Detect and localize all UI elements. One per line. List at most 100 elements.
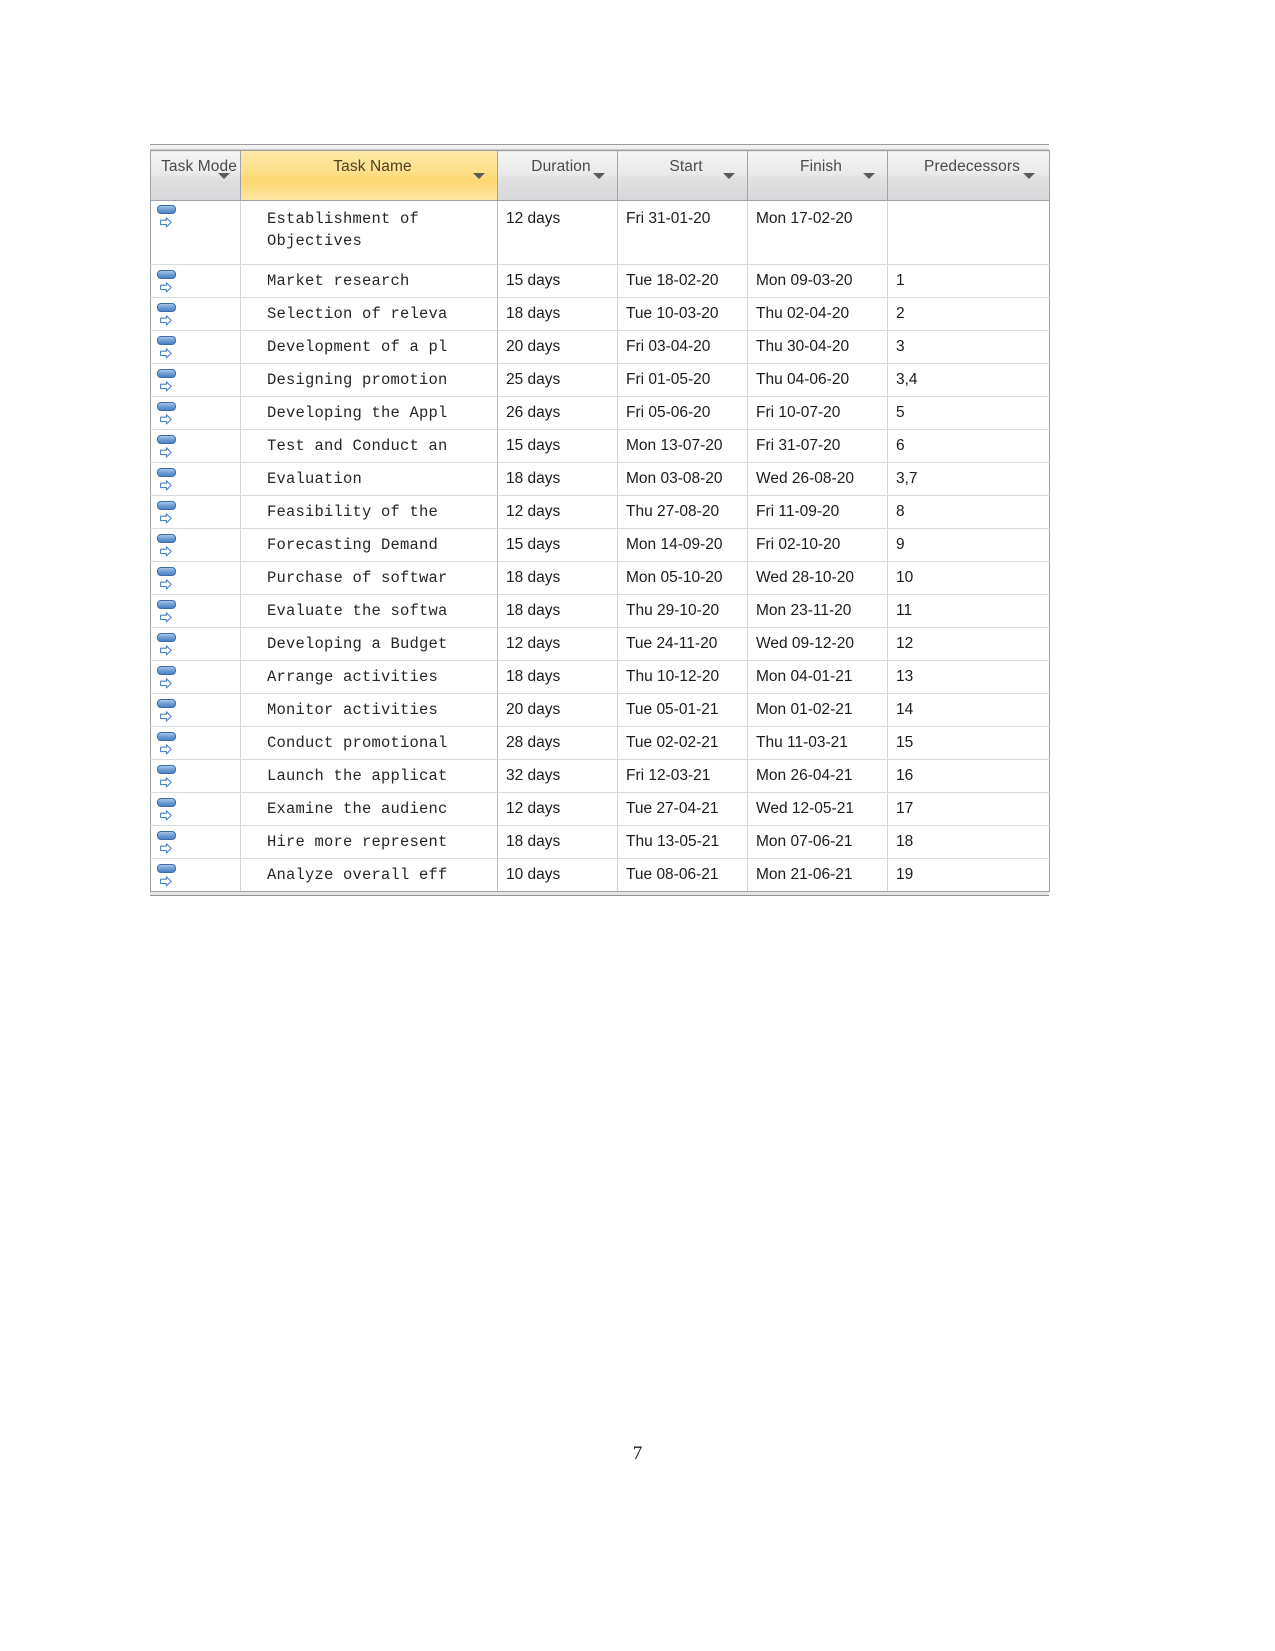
manually-scheduled-task-icon[interactable] <box>155 798 181 822</box>
cell-finish[interactable]: Thu 30-04-20 <box>747 330 888 364</box>
table-row[interactable]: Establishment of Objectives 12 days Fri 31… <box>150 200 1050 265</box>
cell-task-name[interactable]: Establishment of Objectives <box>240 200 498 265</box>
table-row[interactable]: Selection of releva 18 days Tue 10-03-20 Th… <box>150 297 1050 331</box>
cell-predecessors[interactable]: 8 <box>887 495 1050 529</box>
cell-predecessors[interactable]: 3,4 <box>887 363 1050 397</box>
cell-task-name[interactable]: Evaluate the softwa <box>240 594 498 628</box>
cell-task-mode[interactable] <box>150 330 241 364</box>
cell-predecessors[interactable]: 17 <box>887 792 1050 826</box>
cell-task-name[interactable]: Evaluation <box>240 462 498 496</box>
cell-predecessors[interactable]: 3,7 <box>887 462 1050 496</box>
cell-task-mode[interactable] <box>150 858 241 892</box>
manually-scheduled-task-icon[interactable] <box>155 831 181 855</box>
cell-task-mode[interactable] <box>150 396 241 430</box>
cell-predecessors[interactable]: 14 <box>887 693 1050 727</box>
manually-scheduled-task-icon[interactable] <box>155 864 181 888</box>
cell-task-name[interactable]: Developing the Appl <box>240 396 498 430</box>
cell-task-mode[interactable] <box>150 759 241 793</box>
filter-dropdown-icon-task-mode[interactable] <box>218 173 230 179</box>
cell-task-mode[interactable] <box>150 693 241 727</box>
cell-task-name[interactable]: Forecasting Demand <box>240 528 498 562</box>
cell-start[interactable]: Mon 05-10-20 <box>617 561 748 595</box>
cell-start[interactable]: Fri 31-01-20 <box>617 200 748 265</box>
column-header-predecessors[interactable]: Predecessors <box>887 150 1050 201</box>
cell-task-name[interactable]: Purchase of softwar <box>240 561 498 595</box>
manually-scheduled-task-icon[interactable] <box>155 435 181 459</box>
manually-scheduled-task-icon[interactable] <box>155 567 181 591</box>
cell-duration[interactable]: 26 days <box>497 396 618 430</box>
cell-task-name[interactable]: Developing a Budget <box>240 627 498 661</box>
cell-predecessors[interactable]: 19 <box>887 858 1050 892</box>
cell-task-mode[interactable] <box>150 594 241 628</box>
cell-start[interactable]: Thu 13-05-21 <box>617 825 748 859</box>
cell-task-name[interactable]: Examine the audienc <box>240 792 498 826</box>
table-row[interactable]: Market research 15 days Tue 18-02-20 Mon 09… <box>150 264 1050 298</box>
cell-finish[interactable]: Mon 17-02-20 <box>747 200 888 265</box>
cell-finish[interactable]: Thu 11-03-21 <box>747 726 888 760</box>
cell-start[interactable]: Tue 18-02-20 <box>617 264 748 298</box>
cell-predecessors[interactable]: 9 <box>887 528 1050 562</box>
cell-task-name[interactable]: Launch the applicat <box>240 759 498 793</box>
cell-duration[interactable]: 18 days <box>497 561 618 595</box>
cell-finish[interactable]: Mon 09-03-20 <box>747 264 888 298</box>
manually-scheduled-task-icon[interactable] <box>155 633 181 657</box>
table-row[interactable]: Analyze overall eff 10 days Tue 08-06-21 Mo… <box>150 858 1050 892</box>
cell-start[interactable]: Mon 03-08-20 <box>617 462 748 496</box>
manually-scheduled-task-icon[interactable] <box>155 369 181 393</box>
filter-dropdown-icon-predecessors[interactable] <box>1023 173 1035 179</box>
manually-scheduled-task-icon[interactable] <box>155 699 181 723</box>
cell-duration[interactable]: 15 days <box>497 528 618 562</box>
table-row[interactable]: Launch the applicat 32 days Fri 12-03-21 Mo… <box>150 759 1050 793</box>
cell-finish[interactable]: Fri 31-07-20 <box>747 429 888 463</box>
cell-duration[interactable]: 20 days <box>497 693 618 727</box>
cell-predecessors[interactable]: 2 <box>887 297 1050 331</box>
cell-start[interactable]: Fri 03-04-20 <box>617 330 748 364</box>
cell-duration[interactable]: 10 days <box>497 858 618 892</box>
table-row[interactable]: Evaluation 18 days Mon 03-08-20 Wed 26-08-2… <box>150 462 1050 496</box>
manually-scheduled-task-icon[interactable] <box>155 600 181 624</box>
cell-task-mode[interactable] <box>150 561 241 595</box>
cell-duration[interactable]: 25 days <box>497 363 618 397</box>
manually-scheduled-task-icon[interactable] <box>155 270 181 294</box>
cell-task-name[interactable]: Test and Conduct an <box>240 429 498 463</box>
cell-start[interactable]: Tue 24-11-20 <box>617 627 748 661</box>
manually-scheduled-task-icon[interactable] <box>155 501 181 525</box>
column-header-task-mode[interactable]: Task Mode <box>150 150 241 201</box>
cell-start[interactable]: Mon 14-09-20 <box>617 528 748 562</box>
cell-task-name[interactable]: Market research <box>240 264 498 298</box>
cell-duration[interactable]: 18 days <box>497 297 618 331</box>
table-row[interactable]: Arrange activities 18 days Thu 10-12-20 Mon… <box>150 660 1050 694</box>
cell-start[interactable]: Thu 27-08-20 <box>617 495 748 529</box>
column-header-duration[interactable]: Duration <box>497 150 618 201</box>
cell-finish[interactable]: Thu 04-06-20 <box>747 363 888 397</box>
manually-scheduled-task-icon[interactable] <box>155 468 181 492</box>
manually-scheduled-task-icon[interactable] <box>155 534 181 558</box>
manually-scheduled-task-icon[interactable] <box>155 303 181 327</box>
cell-task-mode[interactable] <box>150 297 241 331</box>
cell-start[interactable]: Fri 12-03-21 <box>617 759 748 793</box>
cell-duration[interactable]: 18 days <box>497 660 618 694</box>
cell-finish[interactable]: Fri 10-07-20 <box>747 396 888 430</box>
cell-task-mode[interactable] <box>150 627 241 661</box>
cell-duration[interactable]: 12 days <box>497 627 618 661</box>
cell-start[interactable]: Fri 01-05-20 <box>617 363 748 397</box>
table-row[interactable]: Developing a Budget 12 days Tue 24-11-20 We… <box>150 627 1050 661</box>
cell-predecessors[interactable]: 16 <box>887 759 1050 793</box>
cell-duration[interactable]: 12 days <box>497 792 618 826</box>
cell-task-mode[interactable] <box>150 200 241 265</box>
cell-task-mode[interactable] <box>150 264 241 298</box>
cell-finish[interactable]: Mon 04-01-21 <box>747 660 888 694</box>
cell-start[interactable]: Tue 05-01-21 <box>617 693 748 727</box>
cell-predecessors[interactable]: 13 <box>887 660 1050 694</box>
cell-predecessors[interactable]: 10 <box>887 561 1050 595</box>
filter-dropdown-icon-finish[interactable] <box>863 173 875 179</box>
cell-predecessors[interactable]: 12 <box>887 627 1050 661</box>
cell-predecessors[interactable]: 18 <box>887 825 1050 859</box>
manually-scheduled-task-icon[interactable] <box>155 336 181 360</box>
cell-finish[interactable]: Fri 02-10-20 <box>747 528 888 562</box>
manually-scheduled-task-icon[interactable] <box>155 402 181 426</box>
cell-start[interactable]: Thu 29-10-20 <box>617 594 748 628</box>
cell-task-mode[interactable] <box>150 429 241 463</box>
cell-task-mode[interactable] <box>150 825 241 859</box>
table-row[interactable]: Examine the audienc 12 days Tue 27-04-21 We… <box>150 792 1050 826</box>
